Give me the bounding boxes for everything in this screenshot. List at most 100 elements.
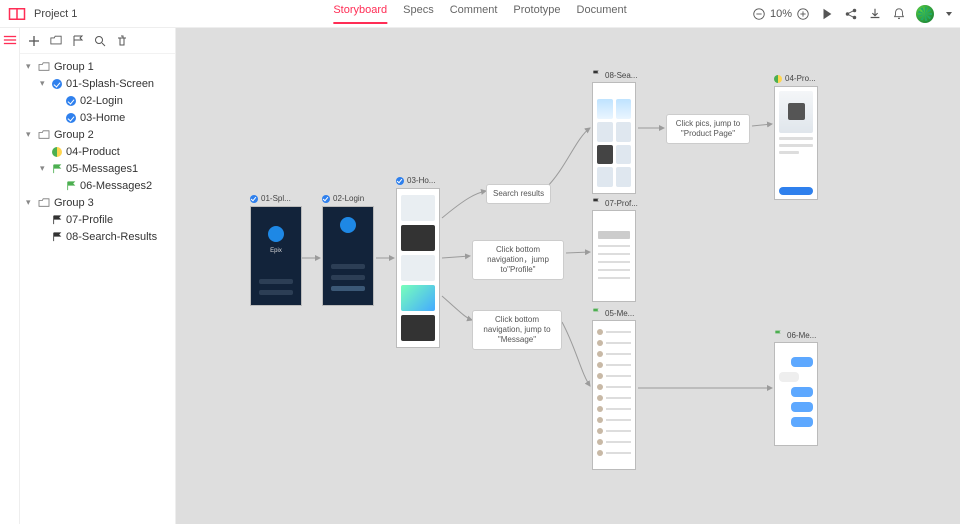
tree-page[interactable]: 08-Search-Results [20,228,175,245]
zoom-out-icon[interactable] [752,7,766,21]
tree-label: 01-Splash-Screen [66,78,154,90]
folder-icon [38,62,50,72]
flag-green-icon [66,181,76,191]
tree-label: Group 1 [54,61,94,73]
zoom-control: 10% [752,7,810,21]
status-done-icon [66,113,76,123]
tree-label: 03-Home [80,112,125,124]
status-done-icon [66,96,76,106]
node-product[interactable] [774,86,818,200]
note-search-results[interactable]: Search results [486,184,551,204]
tab-document[interactable]: Document [577,4,627,24]
status-done-icon [250,195,258,203]
sidebar-toolbar [20,28,175,54]
node-label: 01-Spl... [250,194,291,203]
tree-label: 02-Login [80,95,123,107]
tab-specs[interactable]: Specs [403,4,434,24]
folder-icon [38,198,50,208]
trash-icon[interactable] [116,35,128,47]
node-search-results[interactable] [592,82,636,194]
flag-dark-icon [592,198,602,208]
tab-prototype[interactable]: Prototype [513,4,560,24]
node-title: 06-Me... [787,331,816,340]
flag-green-icon [774,330,784,340]
node-title: 08-Sea... [605,71,637,80]
page-tree: ▾Group 1 ▾01-Splash-Screen 02-Login 03-H… [20,54,175,249]
note-jump-product[interactable]: Click pics, jump to "Product Page" [666,114,750,144]
node-title: 02-Login [333,194,364,203]
status-half-icon [774,75,782,83]
flag-green-icon [592,308,602,318]
sidebar: ▾Group 1 ▾01-Splash-Screen 02-Login 03-H… [20,28,176,524]
zoom-value: 10% [770,8,792,20]
node-label: 03-Ho... [396,176,435,185]
flag-icon[interactable] [72,35,84,47]
node-login[interactable] [322,206,374,306]
node-label: 08-Sea... [592,70,637,80]
user-avatar[interactable] [916,5,934,23]
tree-label: 07-Profile [66,214,113,226]
node-messages[interactable] [592,320,636,470]
tree-group[interactable]: ▾Group 1 [20,58,175,75]
flag-dark-icon [52,215,62,225]
node-chat[interactable] [774,342,818,446]
flag-dark-icon [592,70,602,80]
node-home[interactable] [396,188,440,348]
tree-label: 08-Search-Results [66,231,157,243]
add-icon[interactable] [28,35,40,47]
note-jump-profile[interactable]: Click bottom navigation，jump to"Profile" [472,240,564,280]
tree-label: 05-Messages1 [66,163,138,175]
tree-page[interactable]: 02-Login [20,92,175,109]
tree-label: Group 3 [54,197,94,209]
flag-dark-icon [52,232,62,242]
status-done-icon [52,79,62,89]
note-jump-message[interactable]: Click bottom navigation, jump to "Messag… [472,310,562,350]
main-tabs: Storyboard Specs Comment Prototype Docum… [333,4,626,24]
left-rail [0,28,20,524]
tab-storyboard[interactable]: Storyboard [333,4,387,24]
status-done-icon [396,177,404,185]
flag-green-icon [52,164,62,174]
tree-label: Group 2 [54,129,94,141]
bell-icon[interactable] [892,7,906,21]
tree-label: 04-Product [66,146,120,158]
node-title: 05-Me... [605,309,634,318]
tree-page[interactable]: ▾05-Messages1 [20,160,175,177]
folder-icon [38,130,50,140]
folder-icon[interactable] [50,35,62,47]
tree-group[interactable]: ▾Group 2 [20,126,175,143]
download-icon[interactable] [868,7,882,21]
node-title: 01-Spl... [261,194,291,203]
tree-page[interactable]: 04-Product [20,143,175,160]
app-logo-icon [8,7,26,21]
tree-label: 06-Messages2 [80,180,152,192]
node-title: 04-Pro... [785,74,816,83]
node-splash[interactable]: Epix [250,206,302,306]
user-menu-caret-icon[interactable] [946,12,952,16]
tree-group[interactable]: ▾Group 3 [20,194,175,211]
tree-page[interactable]: ▾01-Splash-Screen [20,75,175,92]
tree-page[interactable]: 06-Messages2 [20,177,175,194]
node-title: 03-Ho... [407,176,435,185]
rail-storyboard-icon[interactable] [3,34,17,46]
node-title: 07-Prof... [605,199,638,208]
status-done-icon [322,195,330,203]
topbar-right: 10% [752,5,952,23]
node-profile[interactable] [592,210,636,302]
status-half-icon [52,147,62,157]
node-label: 02-Login [322,194,364,203]
share-icon[interactable] [844,7,858,21]
tree-page[interactable]: 07-Profile [20,211,175,228]
tree-page[interactable]: 03-Home [20,109,175,126]
play-icon[interactable] [820,7,834,21]
top-bar: Project 1 Storyboard Specs Comment Proto… [0,0,960,28]
tab-comment[interactable]: Comment [450,4,498,24]
node-label: 06-Me... [774,330,816,340]
search-icon[interactable] [94,35,106,47]
node-label: 05-Me... [592,308,634,318]
storyboard-canvas[interactable]: 01-Spl... Epix 02-Login 03-Ho... Search … [176,28,960,524]
zoom-in-icon[interactable] [796,7,810,21]
node-label: 04-Pro... [774,74,816,83]
project-name: Project 1 [34,8,77,20]
node-label: 07-Prof... [592,198,638,208]
